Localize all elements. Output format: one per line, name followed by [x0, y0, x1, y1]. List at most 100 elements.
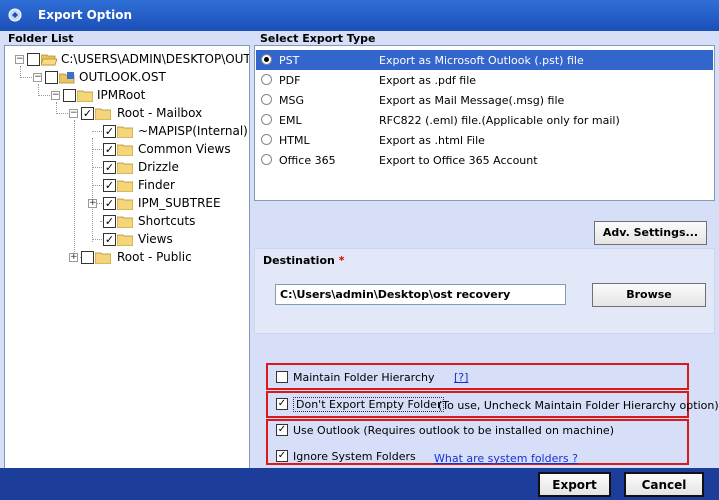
folder-icon [117, 162, 133, 174]
tree-node-outlook-ost[interactable]: − OUTLOOK.OST [5, 69, 249, 87]
destination-label: Destination * [263, 254, 345, 267]
export-option-msg[interactable]: MSG Export as Mail Message(.msg) file [256, 90, 713, 110]
export-option-desc: Export to Office 365 Account [379, 154, 538, 167]
tree-node-root-path[interactable]: − C:\USERS\ADMIN\DESKTOP\OUTLO [5, 51, 249, 69]
checkbox[interactable]: ✓ [276, 450, 288, 462]
radio-button[interactable] [261, 54, 272, 65]
dont-export-empty-note: (To use, Uncheck Maintain Folder Hierarc… [438, 399, 719, 412]
required-mark: * [338, 254, 345, 267]
radio-button[interactable] [261, 94, 272, 105]
tree-node-shortcuts[interactable]: ✓ Shortcuts [5, 213, 249, 231]
tree-node-label: Root - Public [117, 250, 192, 264]
system-folders-help-link[interactable]: What are system folders ? [434, 452, 578, 465]
folder-icon [95, 108, 111, 120]
hierarchy-help-link[interactable]: [?] [454, 371, 468, 384]
tree-checkbox[interactable]: ✓ [103, 233, 116, 246]
export-type-list[interactable]: PST Export as Microsoft Outlook (.pst) f… [254, 45, 715, 201]
tree-checkbox[interactable]: ✓ [103, 143, 116, 156]
export-button[interactable]: Export [538, 472, 611, 497]
tree-checkbox[interactable] [63, 89, 76, 102]
tree-node-ipmroot[interactable]: − IPMRoot [5, 87, 249, 105]
option-label: Maintain Folder Hierarchy [293, 371, 435, 384]
tree-node-label: Common Views [138, 142, 231, 156]
checkbox[interactable] [276, 371, 288, 383]
export-option-office365[interactable]: Office 365 Export to Office 365 Account [256, 150, 713, 170]
folder-icon [117, 198, 133, 210]
tree-node-views[interactable]: ✓ Views [5, 231, 249, 249]
tree-node-label: Views [138, 232, 173, 246]
title-bar: Export Option [0, 0, 719, 31]
folder-icon [117, 234, 133, 246]
tree-checkbox[interactable]: ✓ [103, 179, 116, 192]
radio-button[interactable] [261, 154, 272, 165]
ost-file-icon [59, 72, 75, 84]
collapse-icon[interactable]: − [69, 109, 78, 118]
export-option-pdf[interactable]: PDF Export as .pdf file [256, 70, 713, 90]
export-option-name: Office 365 [279, 154, 336, 167]
expand-icon[interactable]: + [69, 253, 78, 262]
tree-checkbox[interactable] [45, 71, 58, 84]
app-icon [8, 8, 22, 22]
export-option-name: PST [279, 54, 300, 67]
tree-node-label: Shortcuts [138, 214, 196, 228]
export-type-header: Select Export Type [260, 32, 376, 45]
tree-checkbox[interactable]: ✓ [103, 197, 116, 210]
cancel-button[interactable]: Cancel [624, 472, 704, 497]
tree-node-label: Finder [138, 178, 175, 192]
tree-node-ipm-subtree[interactable]: + ✓ IPM_SUBTREE [5, 195, 249, 213]
button-bar: Export Cancel [0, 468, 719, 500]
destination-path-input[interactable]: C:\Users\admin\Desktop\ost recovery [275, 284, 566, 305]
export-option-eml[interactable]: EML RFC822 (.eml) file.(Applicable only … [256, 110, 713, 130]
tree-node-label: C:\USERS\ADMIN\DESKTOP\OUTLO [61, 52, 250, 66]
window-title: Export Option [38, 8, 133, 22]
tree-node-root-mailbox[interactable]: − ✓ Root - Mailbox [5, 105, 249, 123]
tree-checkbox[interactable]: ✓ [103, 161, 116, 174]
option-label: Ignore System Folders [293, 450, 416, 463]
tree-checkbox[interactable]: ✓ [81, 107, 94, 120]
export-option-desc: Export as Mail Message(.msg) file [379, 94, 565, 107]
open-folder-icon [41, 54, 57, 66]
export-option-name: PDF [279, 74, 301, 87]
folder-icon [117, 144, 133, 156]
tree-node-drizzle[interactable]: ✓ Drizzle [5, 159, 249, 177]
folder-list-header: Folder List [8, 32, 74, 45]
option-label: Don't Export Empty Folder [293, 397, 445, 412]
tree-node-label: IPM_SUBTREE [138, 196, 221, 210]
export-option-desc: Export as Microsoft Outlook (.pst) file [379, 54, 584, 67]
export-option-desc: Export as .html File [379, 134, 485, 147]
folder-icon [95, 252, 111, 264]
radio-button[interactable] [261, 74, 272, 85]
collapse-icon[interactable]: − [51, 91, 60, 100]
tree-checkbox[interactable] [27, 53, 40, 66]
tree-node-common-views[interactable]: ✓ Common Views [5, 141, 249, 159]
collapse-icon[interactable]: − [33, 73, 42, 82]
destination-panel: Destination * C:\Users\admin\Desktop\ost… [254, 248, 715, 334]
folder-icon [117, 180, 133, 192]
export-option-name: HTML [279, 134, 310, 147]
export-option-desc: Export as .pdf file [379, 74, 477, 87]
tree-node-root-public[interactable]: + Root - Public [5, 249, 249, 267]
tree-checkbox[interactable]: ✓ [103, 125, 116, 138]
option-label: Use Outlook (Requires outlook to be inst… [293, 424, 614, 437]
export-option-desc: RFC822 (.eml) file.(Applicable only for … [379, 114, 620, 127]
radio-button[interactable] [261, 114, 272, 125]
browse-button[interactable]: Browse [592, 283, 706, 307]
tree-node-label: Drizzle [138, 160, 179, 174]
tree-node-label: OUTLOOK.OST [79, 70, 166, 84]
tree-node-finder[interactable]: ✓ Finder [5, 177, 249, 195]
tree-checkbox[interactable] [81, 251, 94, 264]
folder-tree[interactable]: − C:\USERS\ADMIN\DESKTOP\OUTLO − OUTLOOK… [4, 45, 250, 472]
checkbox[interactable]: ✓ [276, 398, 288, 410]
export-option-html[interactable]: HTML Export as .html File [256, 130, 713, 150]
folder-icon [117, 216, 133, 228]
expand-icon[interactable]: + [88, 199, 97, 208]
export-option-pst[interactable]: PST Export as Microsoft Outlook (.pst) f… [256, 50, 713, 70]
tree-checkbox[interactable]: ✓ [103, 215, 116, 228]
checkbox[interactable]: ✓ [276, 424, 288, 436]
export-option-name: MSG [279, 94, 304, 107]
adv-settings-button[interactable]: Adv. Settings... [594, 221, 707, 245]
collapse-icon[interactable]: − [15, 55, 24, 64]
tree-node-mapisp[interactable]: ✓ ~MAPISP(Internal) [5, 123, 249, 141]
radio-button[interactable] [261, 134, 272, 145]
folder-icon [117, 126, 133, 138]
